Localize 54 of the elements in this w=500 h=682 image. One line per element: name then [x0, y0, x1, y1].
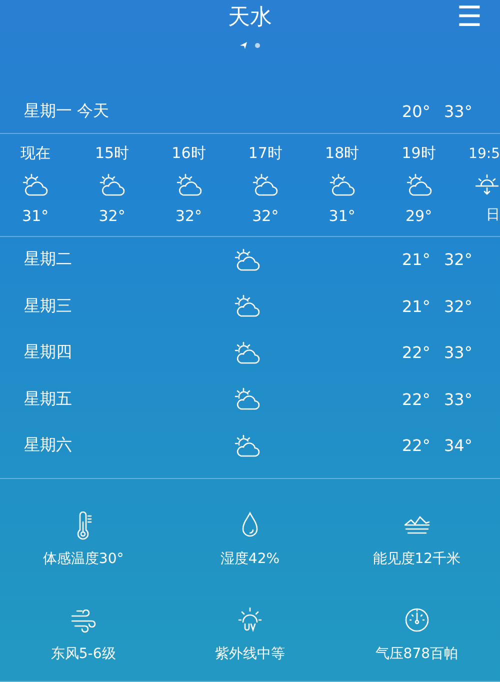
hour-label: 17时 — [248, 144, 282, 164]
detail-label: 能见度12千米 — [372, 550, 461, 568]
hour-temp: 32° — [252, 207, 279, 226]
high-temp: 32° — [444, 296, 470, 316]
hour-label: 现在 — [20, 144, 50, 164]
low-temp: 20° — [402, 102, 428, 122]
hour-temp: 31° — [22, 207, 49, 226]
partly-cloudy-icon — [329, 172, 356, 198]
high-temp: 33° — [444, 102, 470, 122]
hour-temp: 32° — [175, 207, 202, 226]
partly-cloudy-icon — [234, 432, 260, 459]
hour-temp: 32° — [98, 207, 126, 226]
hour-label: 19时 — [402, 144, 436, 164]
detail-label: 气压878百帕 — [375, 644, 458, 662]
detail-label: 湿度42% — [220, 550, 280, 568]
partly-cloudy-icon — [176, 172, 202, 198]
high-temp: 32° — [444, 250, 470, 270]
partly-cloudy-icon — [234, 386, 260, 412]
location-arrow-icon — [240, 42, 247, 49]
low-temp: 22° — [402, 390, 428, 409]
low-temp: 21° — [402, 296, 428, 316]
detail-label: 体感温度30° — [42, 550, 124, 568]
day-label: 星期三 — [24, 296, 73, 317]
partly-cloudy-icon — [234, 293, 260, 320]
partly-cloudy-icon — [99, 172, 126, 198]
detail-label: 东风5-6级 — [50, 644, 116, 662]
partly-cloudy-icon — [252, 172, 278, 198]
day-label: 星期二 — [24, 249, 73, 270]
day-label: 星期五 — [24, 388, 73, 410]
hour-temp: 日 — [486, 206, 500, 224]
city-title: 天水 — [228, 4, 272, 32]
partly-cloudy-icon — [22, 172, 48, 198]
page-dot-icon — [255, 43, 260, 48]
hour-label: 19:5 — [468, 146, 500, 162]
hour-label: 16时 — [172, 144, 206, 164]
partly-cloudy-icon — [234, 246, 260, 273]
day-label: 星期一 今天 — [24, 101, 110, 122]
partly-cloudy-icon — [234, 340, 260, 366]
sun-icon — [236, 604, 264, 634]
high-temp: 33° — [444, 390, 470, 409]
hour-label: 18时 — [325, 144, 360, 164]
high-temp: 33° — [444, 343, 470, 362]
low-temp: 21° — [402, 250, 428, 270]
hour-label: 15时 — [94, 144, 130, 164]
partly-cloudy-icon — [406, 172, 432, 198]
high-temp: 34° — [444, 436, 470, 456]
day-label: 星期六 — [24, 435, 73, 456]
low-temp: 22° — [402, 436, 428, 456]
detail-label: 紫外线中等 — [214, 644, 285, 662]
day-label: 星期四 — [24, 342, 73, 364]
hour-temp: 31° — [328, 207, 356, 226]
menu-button[interactable]: ☰ — [456, 2, 482, 32]
hour-temp: 29° — [405, 207, 432, 226]
low-temp: 22° — [402, 343, 428, 362]
